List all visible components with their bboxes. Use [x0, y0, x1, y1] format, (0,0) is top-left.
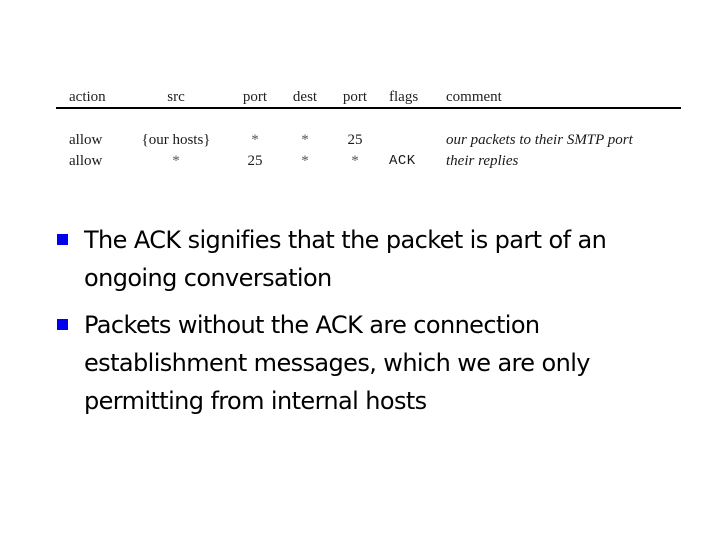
bullet-line: establishment messages, which we are onl…: [84, 349, 590, 377]
header-comment: comment: [446, 89, 502, 105]
bullet-line: ongoing conversation: [84, 264, 332, 292]
row2-src: *: [172, 153, 180, 169]
row1-action: allow: [69, 132, 103, 148]
header-dest-port: port: [342, 89, 368, 105]
row1-src-port: *: [251, 132, 259, 148]
square-bullet-icon: [57, 234, 68, 245]
bullet-line: permitting from internal hosts: [84, 387, 427, 415]
header-src-port: port: [242, 89, 268, 105]
row1-src: {our hosts}: [141, 132, 211, 148]
row2-dest: *: [301, 153, 309, 169]
header-flags: flags: [389, 89, 419, 105]
firewall-rules-table: action src port dest port flags comment …: [0, 0, 720, 200]
header-action: action: [69, 89, 106, 105]
row2-action: allow: [69, 153, 103, 169]
bullet-line: Packets without the ACK are connection: [84, 311, 540, 339]
bullet-line: The ACK signifies that the packet is par…: [84, 226, 607, 254]
square-bullet-icon: [57, 319, 68, 330]
header-divider: [56, 107, 681, 109]
row2-comment: their replies: [446, 153, 519, 169]
row2-src-port: 25: [247, 153, 263, 169]
header-dest: dest: [292, 89, 318, 105]
row2-flags: ACK: [389, 153, 416, 169]
header-src: src: [167, 89, 185, 105]
row1-dest-port: 25: [347, 132, 363, 148]
row1-comment: our packets to their SMTP port: [446, 132, 633, 148]
row1-dest: *: [301, 132, 309, 148]
row2-dest-port: *: [351, 153, 359, 169]
